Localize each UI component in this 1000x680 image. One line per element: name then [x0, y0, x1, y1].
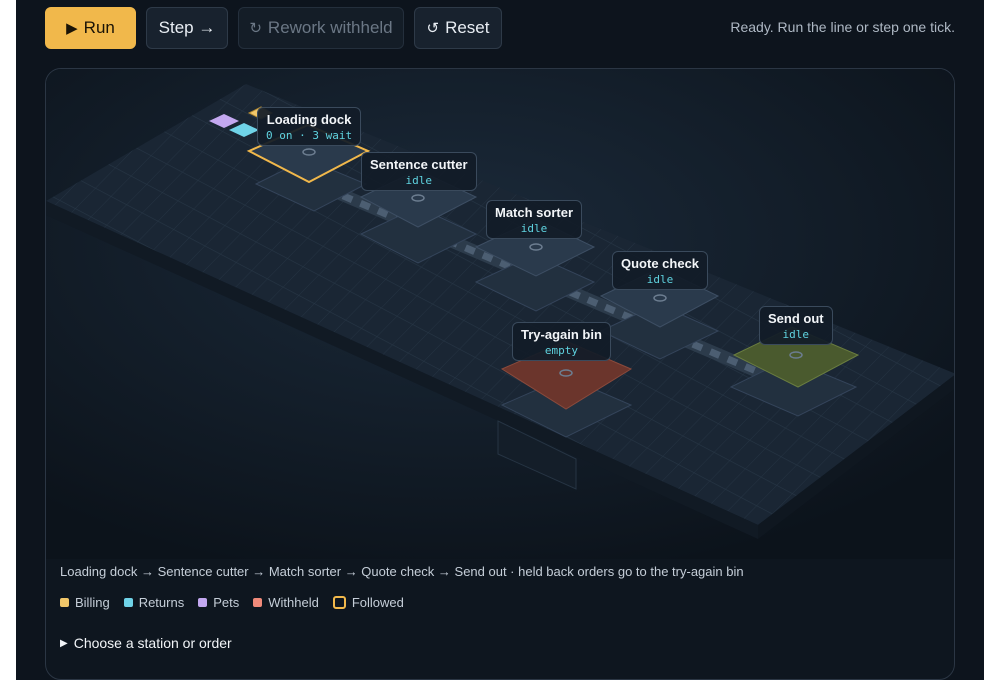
legend-label: Billing — [75, 595, 110, 610]
station-name: Match sorter — [495, 205, 574, 220]
station-name: Sentence cutter — [370, 157, 468, 172]
reset-label: Reset — [445, 18, 490, 37]
station-status: empty — [544, 344, 579, 357]
billing-swatch — [60, 598, 69, 607]
app-window: ▶ Run Step → ↻ Rework withheld ↺ Reset R… — [16, 0, 984, 680]
station-label-quote-check[interactable]: Quote check idle — [612, 251, 709, 290]
legend-item-billing: Billing — [60, 595, 110, 610]
legend-item-returns: Returns — [123, 595, 185, 610]
station-status: idle — [520, 222, 548, 235]
legend-label: Withheld — [268, 595, 319, 610]
station-status: idle — [782, 328, 810, 341]
station-status: 0 on · 3 wait — [266, 129, 353, 142]
withheld-swatch — [253, 598, 263, 607]
picker-label: Choose a station or order — [73, 635, 232, 651]
legend-item-followed: Followed — [332, 595, 404, 610]
run-button[interactable]: ▶ Run — [45, 7, 136, 49]
station-status: idle — [646, 273, 674, 286]
followed-swatch — [332, 596, 346, 609]
station-label-sentence-cutter[interactable]: Sentence cutter idle — [361, 152, 477, 191]
legend-label: Pets — [213, 595, 240, 610]
station-name: Send out — [768, 311, 824, 326]
legend: Billing Returns Pets Withheld Followed — [60, 595, 404, 610]
station-order-picker[interactable]: ▶ Choose a station or order — [60, 635, 232, 651]
legend-label: Followed — [351, 595, 404, 610]
rework-withheld-button[interactable]: ↻ Rework withheld — [238, 7, 404, 49]
pets-swatch — [198, 598, 208, 607]
reset-button[interactable]: ↺ Reset — [414, 7, 502, 49]
rework-label: Rework withheld — [267, 18, 393, 37]
station-label-send-out[interactable]: Send out idle — [759, 306, 833, 345]
flow-caption: Loading dock → Sentence cutter → Match s… — [60, 564, 744, 579]
legend-item-pets: Pets — [198, 595, 239, 610]
factory-panel: Loading dock 0 on · 3 wait Sentence cutt… — [45, 68, 955, 680]
legend-item-withheld: Withheld — [253, 595, 319, 610]
step-label: Step → — [158, 18, 216, 37]
status-text: Ready. Run the line or step one tick. — [730, 19, 955, 35]
returns-swatch — [123, 598, 133, 607]
undo-icon: ↺ — [426, 20, 440, 37]
station-name: Quote check — [621, 256, 700, 271]
disclosure-triangle-icon: ▶ — [60, 637, 68, 649]
station-label-match-sorter[interactable]: Match sorter idle — [486, 200, 583, 239]
station-status: idle — [405, 174, 433, 187]
station-name: Loading dock — [266, 112, 352, 127]
station-label-loading-dock[interactable]: Loading dock 0 on · 3 wait — [257, 107, 362, 146]
station-label-try-again-bin[interactable]: Try-again bin empty — [512, 322, 611, 361]
station-name: Try-again bin — [521, 327, 602, 342]
legend-label: Returns — [138, 595, 185, 610]
refresh-icon: ↻ — [249, 20, 262, 37]
play-icon: ▶ — [66, 20, 78, 37]
step-button[interactable]: Step → — [146, 7, 228, 49]
run-label: Run — [83, 18, 115, 37]
